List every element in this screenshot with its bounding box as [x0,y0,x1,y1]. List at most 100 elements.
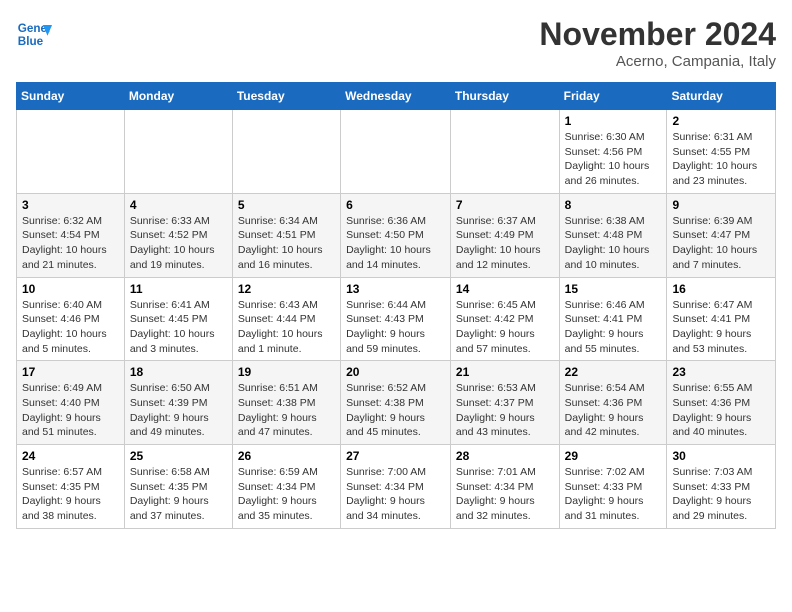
day-info: Sunrise: 6:49 AM Sunset: 4:40 PM Dayligh… [22,381,119,440]
day-header-saturday: Saturday [667,83,776,110]
page-header: General Blue November 2024 Acerno, Campa… [16,16,776,70]
day-number: 20 [346,365,445,379]
day-number: 13 [346,282,445,296]
day-info: Sunrise: 6:31 AM Sunset: 4:55 PM Dayligh… [672,130,770,189]
month-title: November 2024 [539,16,776,53]
svg-text:Blue: Blue [18,35,44,48]
calendar-cell: 18 Sunrise: 6:50 AM Sunset: 4:39 PM Dayli… [124,361,232,445]
calendar-cell [450,110,559,194]
day-info: Sunrise: 6:43 AM Sunset: 4:44 PM Dayligh… [238,298,335,357]
day-info: Sunrise: 6:45 AM Sunset: 4:42 PM Dayligh… [456,298,554,357]
calendar-cell: 3 Sunrise: 6:32 AM Sunset: 4:54 PM Daylig… [17,193,125,277]
day-info: Sunrise: 6:44 AM Sunset: 4:43 PM Dayligh… [346,298,445,357]
calendar-cell: 17Sunrise: 6:49 AM Sunset: 4:40 PM Dayli… [17,361,125,445]
day-number: 10 [22,282,119,296]
day-number: 7 [456,198,554,212]
day-header-thursday: Thursday [450,83,559,110]
day-number: 11 [130,282,227,296]
calendar-cell: 26 Sunrise: 6:59 AM Sunset: 4:34 PM Dayli… [232,445,340,529]
calendar-cell: 9 Sunrise: 6:39 AM Sunset: 4:47 PM Daylig… [667,193,776,277]
day-number: 5 [238,198,335,212]
calendar-cell: 6Sunrise: 6:36 AM Sunset: 4:50 PM Daylig… [341,193,451,277]
day-number: 27 [346,449,445,463]
day-info: Sunrise: 6:52 AM Sunset: 4:38 PM Dayligh… [346,381,445,440]
day-number: 21 [456,365,554,379]
day-number: 16 [672,282,770,296]
day-number: 4 [130,198,227,212]
day-info: Sunrise: 6:32 AM Sunset: 4:54 PM Dayligh… [22,214,119,273]
calendar-cell: 5 Sunrise: 6:34 AM Sunset: 4:51 PM Daylig… [232,193,340,277]
week-row-2: 3 Sunrise: 6:32 AM Sunset: 4:54 PM Daylig… [17,193,776,277]
day-number: 19 [238,365,335,379]
week-row-3: 10 Sunrise: 6:40 AM Sunset: 4:46 PM Dayli… [17,277,776,361]
day-number: 29 [565,449,662,463]
calendar-header-row: SundayMondayTuesdayWednesdayThursdayFrid… [17,83,776,110]
day-info: Sunrise: 6:55 AM Sunset: 4:36 PM Dayligh… [672,381,770,440]
calendar-cell: 29 Sunrise: 7:02 AM Sunset: 4:33 PM Dayli… [559,445,667,529]
day-info: Sunrise: 6:53 AM Sunset: 4:37 PM Dayligh… [456,381,554,440]
calendar-cell: 24 Sunrise: 6:57 AM Sunset: 4:35 PM Dayli… [17,445,125,529]
day-info: Sunrise: 6:59 AM Sunset: 4:34 PM Dayligh… [238,465,335,524]
week-row-5: 24 Sunrise: 6:57 AM Sunset: 4:35 PM Dayli… [17,445,776,529]
day-number: 18 [130,365,227,379]
calendar-cell: 8 Sunrise: 6:38 AM Sunset: 4:48 PM Daylig… [559,193,667,277]
day-info: Sunrise: 6:51 AM Sunset: 4:38 PM Dayligh… [238,381,335,440]
calendar-cell: 14 Sunrise: 6:45 AM Sunset: 4:42 PM Dayli… [450,277,559,361]
day-number: 22 [565,365,662,379]
day-number: 24 [22,449,119,463]
week-row-1: 1Sunrise: 6:30 AM Sunset: 4:56 PM Daylig… [17,110,776,194]
calendar-cell: 23 Sunrise: 6:55 AM Sunset: 4:36 PM Dayli… [667,361,776,445]
day-info: Sunrise: 7:00 AM Sunset: 4:34 PM Dayligh… [346,465,445,524]
day-info: Sunrise: 6:34 AM Sunset: 4:51 PM Dayligh… [238,214,335,273]
day-number: 23 [672,365,770,379]
calendar-cell [17,110,125,194]
calendar-cell: 19 Sunrise: 6:51 AM Sunset: 4:38 PM Dayli… [232,361,340,445]
day-info: Sunrise: 7:03 AM Sunset: 4:33 PM Dayligh… [672,465,770,524]
logo-icon: General Blue [16,16,52,52]
calendar-cell: 2Sunrise: 6:31 AM Sunset: 4:55 PM Daylig… [667,110,776,194]
calendar-table: SundayMondayTuesdayWednesdayThursdayFrid… [16,82,776,529]
day-header-sunday: Sunday [17,83,125,110]
day-info: Sunrise: 6:37 AM Sunset: 4:49 PM Dayligh… [456,214,554,273]
day-number: 3 [22,198,119,212]
calendar-cell: 25 Sunrise: 6:58 AM Sunset: 4:35 PM Dayli… [124,445,232,529]
calendar-cell: 27 Sunrise: 7:00 AM Sunset: 4:34 PM Dayli… [341,445,451,529]
day-number: 25 [130,449,227,463]
day-number: 30 [672,449,770,463]
day-number: 14 [456,282,554,296]
location-title: Acerno, Campania, Italy [539,53,776,70]
day-info: Sunrise: 6:54 AM Sunset: 4:36 PM Dayligh… [565,381,662,440]
day-info: Sunrise: 6:50 AM Sunset: 4:39 PM Dayligh… [130,381,227,440]
day-number: 6 [346,198,445,212]
day-number: 1 [565,114,662,128]
day-info: Sunrise: 6:57 AM Sunset: 4:35 PM Dayligh… [22,465,119,524]
day-number: 28 [456,449,554,463]
day-header-monday: Monday [124,83,232,110]
calendar-cell: 16Sunrise: 6:47 AM Sunset: 4:41 PM Dayli… [667,277,776,361]
calendar-cell: 28Sunrise: 7:01 AM Sunset: 4:34 PM Dayli… [450,445,559,529]
day-header-wednesday: Wednesday [341,83,451,110]
calendar-cell: 22 Sunrise: 6:54 AM Sunset: 4:36 PM Dayli… [559,361,667,445]
calendar-cell: 10 Sunrise: 6:40 AM Sunset: 4:46 PM Dayli… [17,277,125,361]
day-info: Sunrise: 6:39 AM Sunset: 4:47 PM Dayligh… [672,214,770,273]
calendar-cell: 4 Sunrise: 6:33 AM Sunset: 4:52 PM Daylig… [124,193,232,277]
calendar-cell: 1Sunrise: 6:30 AM Sunset: 4:56 PM Daylig… [559,110,667,194]
day-info: Sunrise: 6:40 AM Sunset: 4:46 PM Dayligh… [22,298,119,357]
day-number: 9 [672,198,770,212]
calendar-cell: 11 Sunrise: 6:41 AM Sunset: 4:45 PM Dayli… [124,277,232,361]
day-number: 8 [565,198,662,212]
day-info: Sunrise: 6:46 AM Sunset: 4:41 PM Dayligh… [565,298,662,357]
day-info: Sunrise: 7:02 AM Sunset: 4:33 PM Dayligh… [565,465,662,524]
calendar-cell: 30 Sunrise: 7:03 AM Sunset: 4:33 PM Dayli… [667,445,776,529]
calendar-cell [232,110,340,194]
day-info: Sunrise: 6:33 AM Sunset: 4:52 PM Dayligh… [130,214,227,273]
day-info: Sunrise: 6:38 AM Sunset: 4:48 PM Dayligh… [565,214,662,273]
day-info: Sunrise: 6:41 AM Sunset: 4:45 PM Dayligh… [130,298,227,357]
day-number: 26 [238,449,335,463]
day-number: 12 [238,282,335,296]
day-info: Sunrise: 6:58 AM Sunset: 4:35 PM Dayligh… [130,465,227,524]
week-row-4: 17Sunrise: 6:49 AM Sunset: 4:40 PM Dayli… [17,361,776,445]
calendar-cell: 21 Sunrise: 6:53 AM Sunset: 4:37 PM Dayli… [450,361,559,445]
calendar-cell: 20 Sunrise: 6:52 AM Sunset: 4:38 PM Dayli… [341,361,451,445]
calendar-cell: 12 Sunrise: 6:43 AM Sunset: 4:44 PM Dayli… [232,277,340,361]
